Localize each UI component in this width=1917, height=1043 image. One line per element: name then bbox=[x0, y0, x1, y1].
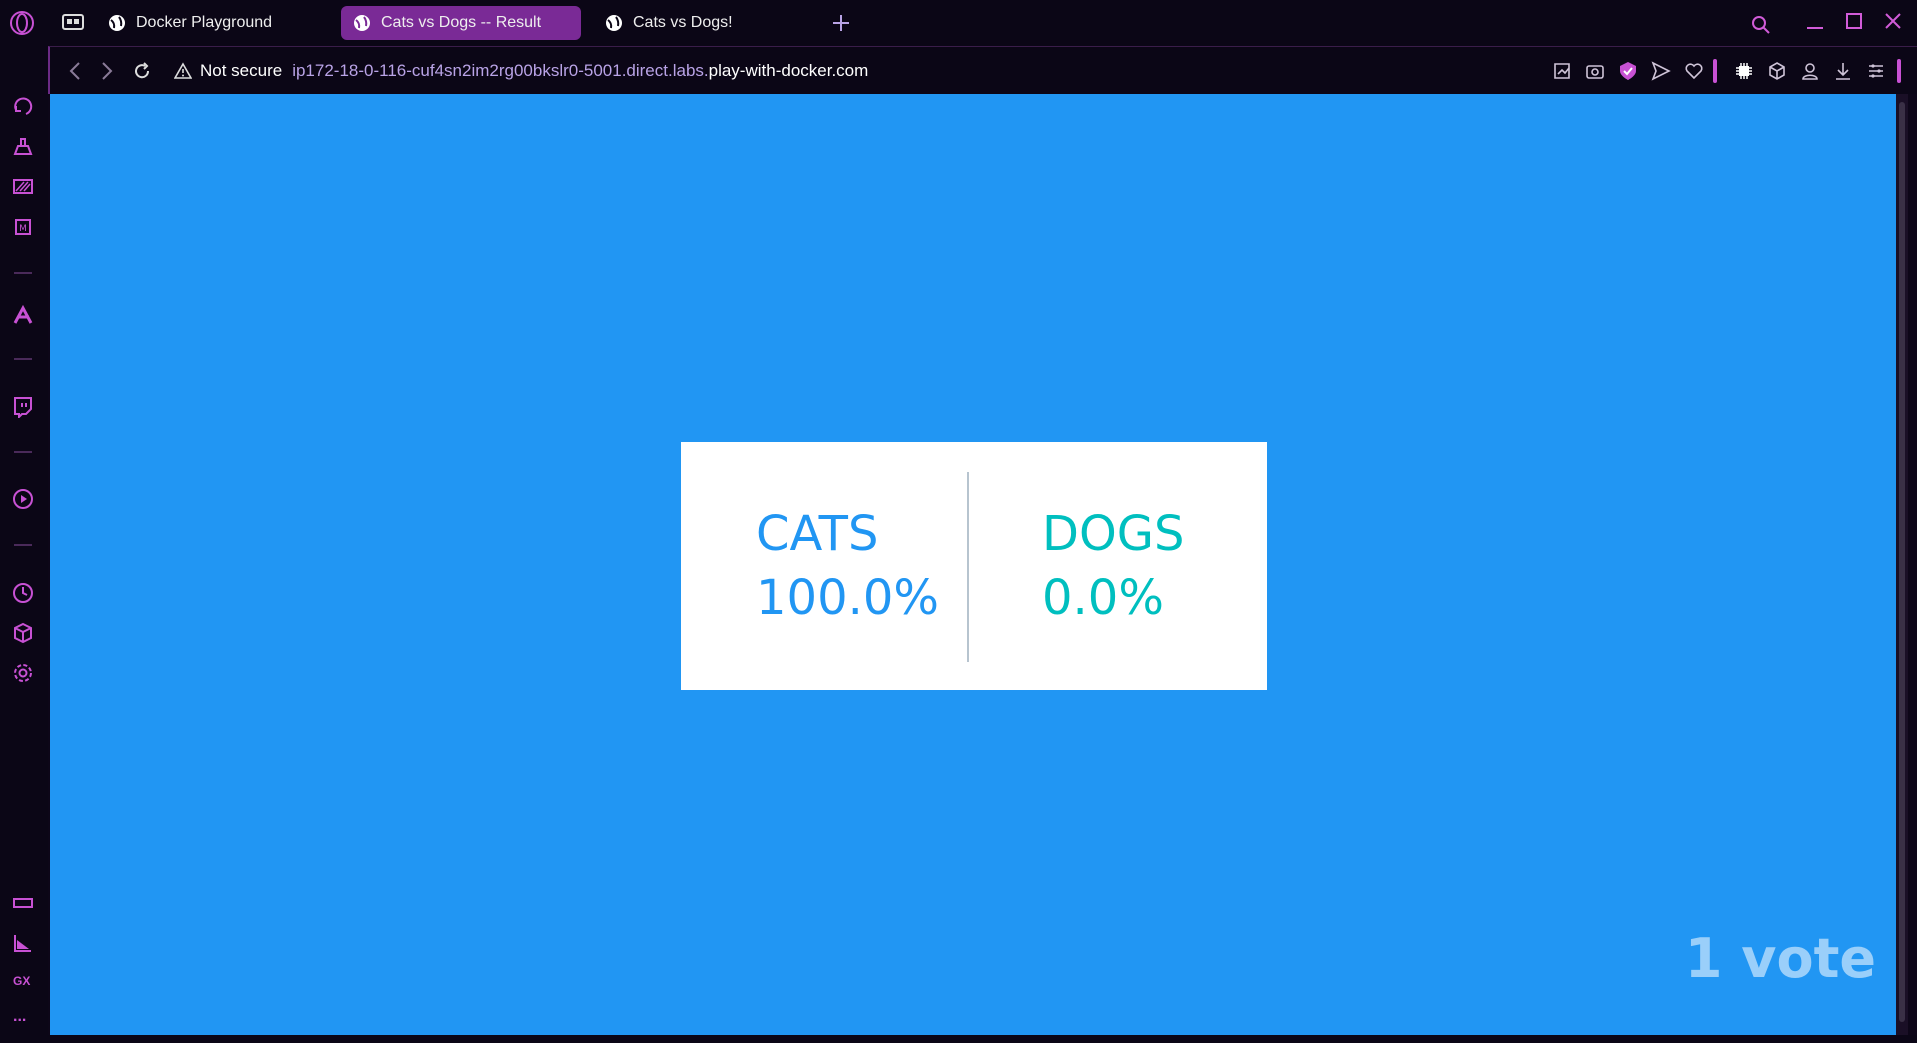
gx-control-icon[interactable] bbox=[12, 892, 34, 914]
adblock-shield-icon[interactable] bbox=[1618, 61, 1638, 81]
sidebar-divider bbox=[14, 272, 32, 274]
settings-gear-icon[interactable] bbox=[12, 662, 34, 684]
sidebar-divider bbox=[14, 358, 32, 360]
url-field[interactable]: Not secure ip172-18-0-116-cuf4sn2im2rg00b… bbox=[196, 61, 868, 81]
extensions-icon[interactable] bbox=[12, 622, 34, 644]
tab-label: Cats vs Dogs -- Result bbox=[381, 14, 542, 31]
dogs-result: DOGS 0.0% bbox=[1042, 502, 1184, 630]
more-options-icon[interactable]: ... bbox=[13, 1008, 26, 1026]
download-icon[interactable] bbox=[1833, 61, 1853, 81]
cpu-limiter-icon[interactable] bbox=[1734, 61, 1754, 81]
maximize-icon[interactable] bbox=[1845, 12, 1863, 30]
profile-icon[interactable] bbox=[1800, 61, 1820, 81]
snapshot-camera-icon[interactable] bbox=[1585, 61, 1605, 81]
dogs-percent: 0.0% bbox=[1042, 570, 1164, 626]
tab-cats-vs-dogs[interactable]: Cats vs Dogs! bbox=[593, 6, 813, 40]
cats-label: CATS bbox=[756, 506, 879, 562]
aria-icon[interactable] bbox=[12, 304, 34, 326]
reload-icon[interactable] bbox=[132, 61, 152, 81]
gx-chart-icon[interactable] bbox=[12, 932, 34, 954]
vote-count: 1 vote bbox=[1684, 927, 1876, 990]
page-content: CATS 100.0% DOGS 0.0% 1 vote bbox=[50, 94, 1896, 1035]
result-divider bbox=[967, 472, 969, 662]
new-tab-plus-icon[interactable] bbox=[831, 13, 851, 33]
dogs-label: DOGS bbox=[1042, 506, 1185, 562]
url-host: ip172-18-0-116-cuf4sn2im2rg00bkslr0-5001… bbox=[292, 61, 709, 80]
tab-bar: Docker Playground Cats vs Dogs -- Result… bbox=[0, 0, 1917, 46]
sidebar-divider bbox=[14, 451, 32, 453]
tab-label: Cats vs Dogs! bbox=[633, 14, 733, 31]
toolbar-separator bbox=[1713, 59, 1717, 83]
history-icon[interactable] bbox=[12, 582, 34, 604]
cleaner-icon[interactable] bbox=[12, 136, 34, 158]
warning-icon[interactable] bbox=[174, 62, 192, 80]
bottom-edge bbox=[0, 1035, 1917, 1043]
toolbar-separator bbox=[1897, 59, 1901, 83]
opera-logo-icon[interactable] bbox=[9, 10, 35, 36]
minimize-icon[interactable] bbox=[1805, 14, 1825, 30]
easy-setup-menu-icon[interactable] bbox=[1866, 61, 1886, 81]
close-window-icon[interactable] bbox=[1884, 12, 1902, 30]
ai-assistant-icon[interactable] bbox=[12, 96, 34, 118]
globe-icon bbox=[109, 15, 125, 31]
address-bar: Not secure ip172-18-0-116-cuf4sn2im2rg00b… bbox=[48, 46, 1917, 94]
globe-icon bbox=[354, 15, 370, 31]
cats-result: CATS 100.0% bbox=[756, 502, 939, 630]
sidebar-divider bbox=[14, 544, 32, 546]
twitch-icon[interactable] bbox=[12, 396, 34, 418]
back-icon[interactable] bbox=[68, 61, 82, 81]
send-icon[interactable] bbox=[1651, 61, 1671, 81]
globe-icon bbox=[606, 15, 622, 31]
scrollbar[interactable] bbox=[1896, 94, 1908, 1035]
tab-cats-vs-dogs-result[interactable]: Cats vs Dogs -- Result bbox=[341, 6, 581, 40]
ram-limiter-icon[interactable]: M bbox=[12, 216, 34, 238]
network-limiter-icon[interactable] bbox=[12, 176, 34, 198]
result-card: CATS 100.0% DOGS 0.0% bbox=[681, 442, 1267, 690]
svg-text:M: M bbox=[19, 224, 27, 234]
favorite-heart-icon[interactable] bbox=[1684, 61, 1704, 81]
url-domain: play-with-docker.com bbox=[708, 61, 869, 80]
easy-setup-icon[interactable] bbox=[1552, 61, 1572, 81]
tab-docker-playground[interactable]: Docker Playground bbox=[96, 6, 326, 40]
scrollbar-thumb[interactable] bbox=[1899, 102, 1905, 1022]
gx-label[interactable]: GX bbox=[13, 974, 30, 988]
sidebar: M GX ... bbox=[0, 46, 48, 1043]
player-icon[interactable] bbox=[12, 488, 34, 510]
extensions-cube-icon[interactable] bbox=[1767, 61, 1787, 81]
tab-label: Docker Playground bbox=[136, 14, 273, 31]
search-tabs-icon[interactable] bbox=[1751, 15, 1771, 35]
workspaces-icon[interactable] bbox=[62, 13, 84, 31]
forward-icon[interactable] bbox=[100, 61, 114, 81]
security-label: Not secure bbox=[200, 61, 283, 80]
cats-percent: 100.0% bbox=[756, 570, 940, 626]
